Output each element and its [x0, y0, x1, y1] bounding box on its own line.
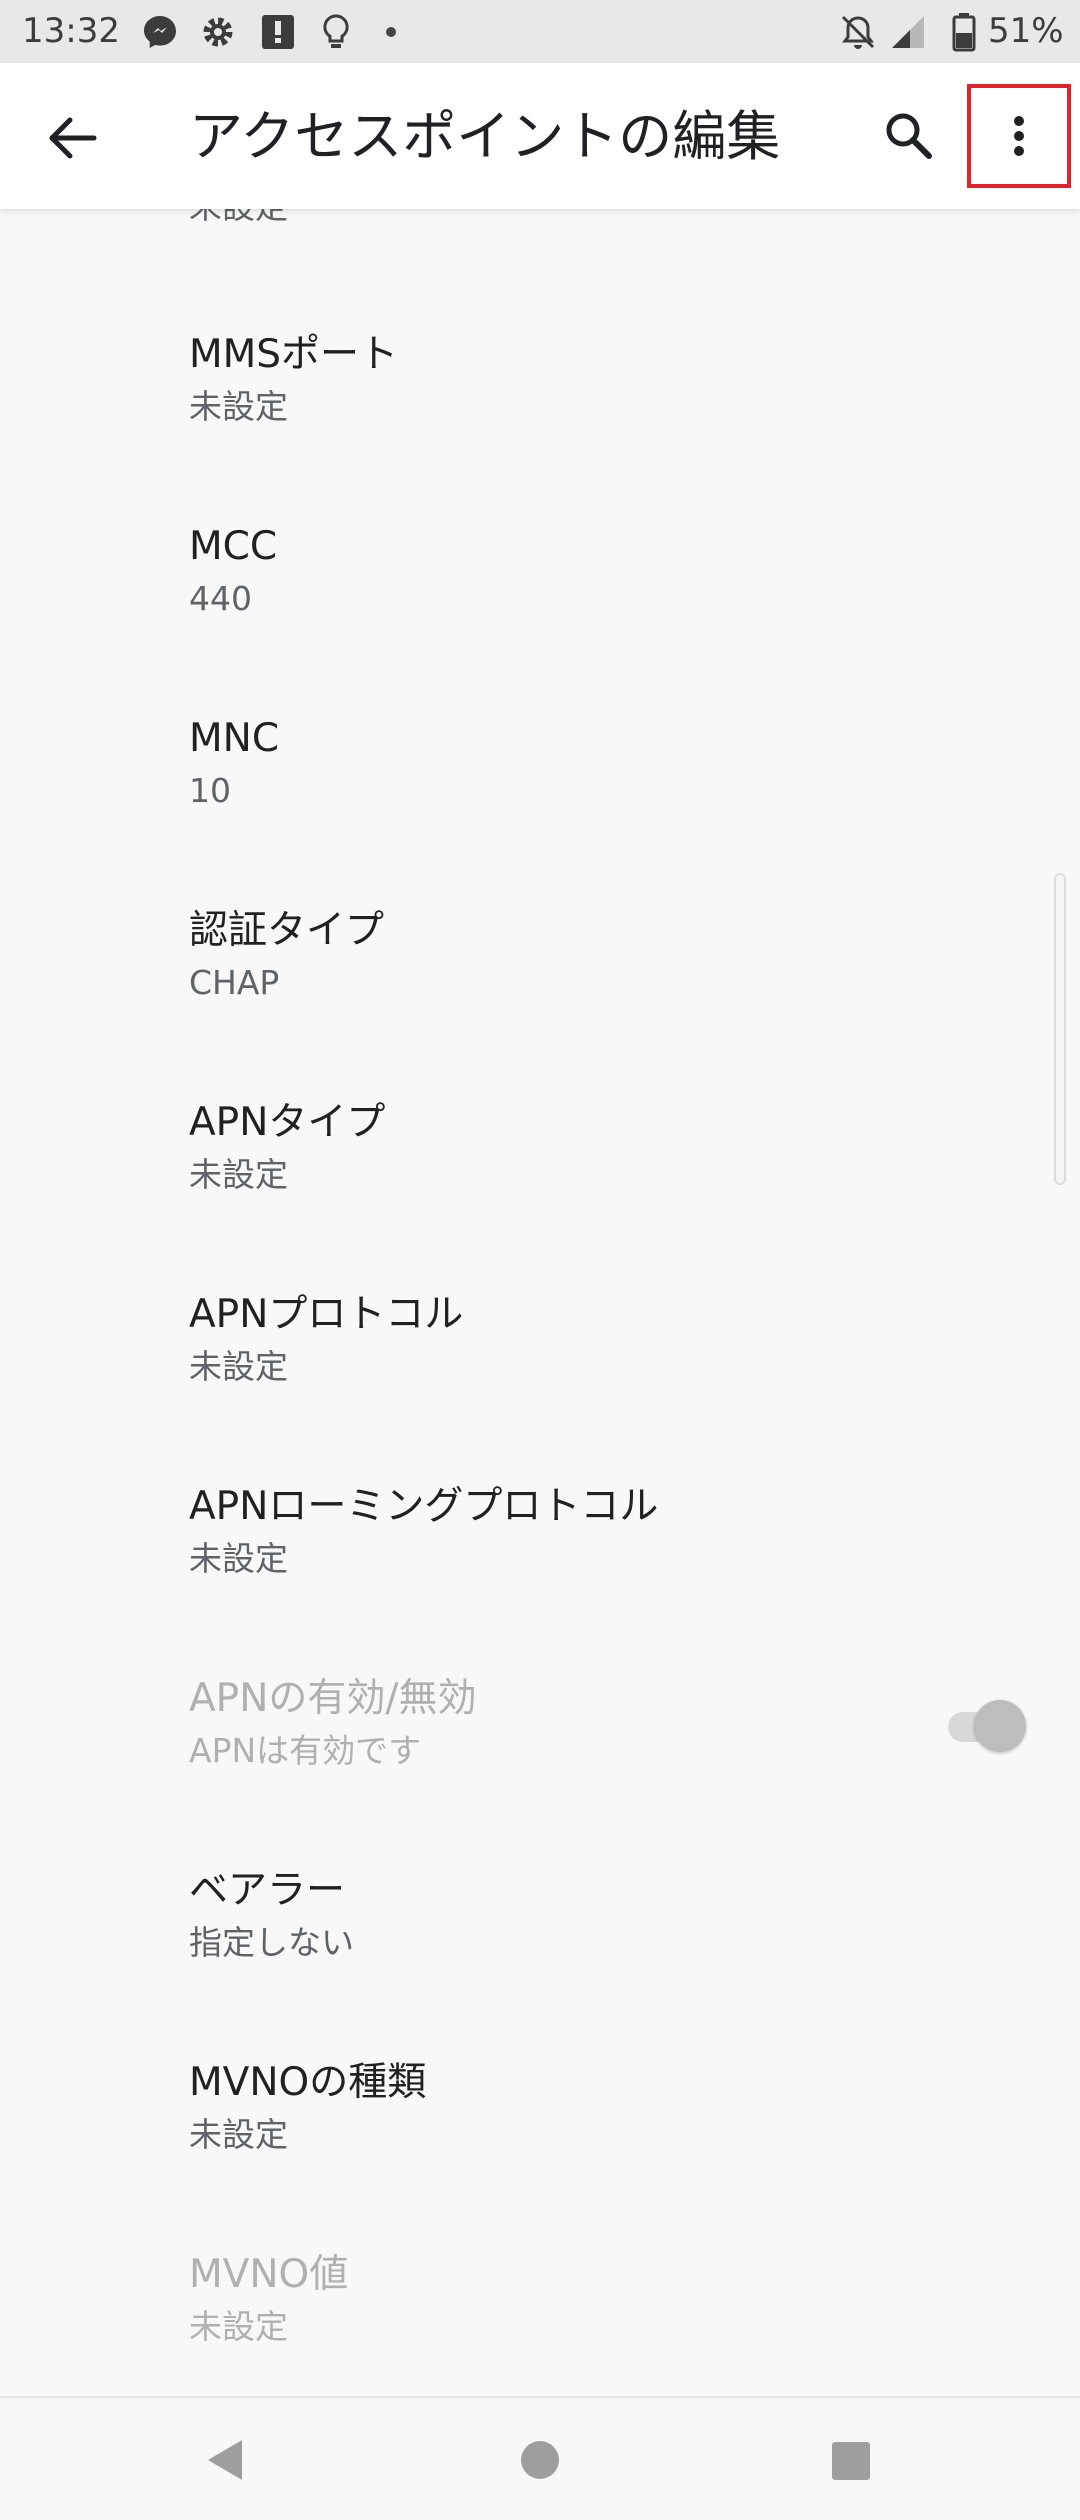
pref-summary: 未設定: [189, 1539, 288, 1578]
nav-back-button[interactable]: [196, 2430, 256, 2490]
pref-title: MVNO値: [189, 2252, 349, 2297]
pref-title: 認証タイプ: [189, 908, 385, 953]
pref-title: MMSポート: [189, 332, 399, 377]
nav-back-icon: [208, 2440, 242, 2480]
toggle-thumb: [974, 1700, 1026, 1752]
pref-mms-port[interactable]: MMSポート 未設定: [0, 329, 1080, 521]
pref-title: MVNOの種類: [189, 2060, 427, 2105]
pref-summary: 未設定: [189, 1155, 288, 1194]
partial-item-summary: 未設定: [189, 209, 288, 229]
pref-apn-roaming-protocol[interactable]: APNローミングプロトコル 未設定: [0, 1481, 1080, 1673]
pref-apn-protocol[interactable]: APNプロトコル 未設定: [0, 1289, 1080, 1481]
pref-summary: 10: [189, 771, 231, 810]
lightbulb-icon: [316, 12, 356, 52]
navigation-bar: [0, 2396, 1080, 2520]
pref-summary: 440: [189, 579, 252, 618]
pref-mvno-type[interactable]: MVNOの種類 未設定: [0, 2057, 1080, 2249]
pref-summary: 未設定: [189, 2307, 288, 2346]
pref-title: MNC: [189, 716, 280, 761]
nav-recents-button[interactable]: [820, 2430, 880, 2490]
pref-title: APNプロトコル: [189, 1292, 464, 1337]
battery-icon: [950, 12, 980, 52]
pref-auth-type[interactable]: 認証タイプ CHAP: [0, 905, 1080, 1097]
pref-apn-type[interactable]: APNタイプ 未設定: [0, 1097, 1080, 1289]
pref-mvno-value: MVNO値 未設定: [0, 2249, 1080, 2396]
apn-enable-toggle: [944, 1695, 1030, 1757]
pref-title: APNローミングプロトコル: [189, 1484, 659, 1529]
pref-summary: 未設定: [189, 2115, 288, 2154]
messenger-icon: [140, 12, 180, 52]
page-title: アクセスポイントの編集: [189, 105, 781, 168]
pref-summary: 未設定: [189, 387, 288, 426]
gear-icon: [198, 12, 238, 52]
search-button[interactable]: [873, 100, 945, 172]
preference-list[interactable]: 未設定 MMSポート 未設定 MCC 440 MNC 10 認証タイプ CHAP…: [0, 209, 1080, 2396]
app-bar: アクセスポイントの編集: [0, 63, 1080, 209]
more-vert-icon: [1014, 116, 1024, 156]
pref-bearer[interactable]: ベアラー 指定しない: [0, 1865, 1080, 2057]
pref-summary: 未設定: [189, 1347, 288, 1386]
scrollbar[interactable]: [1054, 873, 1066, 1185]
status-time: 13:32: [22, 11, 120, 51]
nav-home-icon: [521, 2441, 559, 2479]
sim-alert-icon: [258, 12, 298, 52]
notification-dot: [386, 27, 396, 37]
pref-summary: CHAP: [189, 963, 280, 1002]
search-icon: [886, 113, 932, 159]
pref-mcc[interactable]: MCC 440: [0, 521, 1080, 713]
pref-title: MCC: [189, 524, 278, 569]
nav-home-button[interactable]: [510, 2430, 570, 2490]
signal-icon: [888, 12, 928, 52]
pref-summary: APNは有効です: [189, 1731, 422, 1770]
status-bar: 13:32 51%: [0, 0, 1080, 63]
pref-title: APNタイプ: [189, 1100, 386, 1145]
pref-title: ベアラー: [189, 1868, 346, 1913]
arrow-back-icon: [49, 117, 97, 159]
alarm-off-icon: [838, 12, 878, 52]
pref-title: APNの有効/無効: [189, 1676, 477, 1721]
more-options-button[interactable]: [967, 84, 1071, 188]
battery-percent: 51%: [988, 11, 1064, 51]
back-button[interactable]: [36, 102, 108, 174]
pref-apn-enable: APNの有効/無効 APNは有効です: [0, 1673, 1080, 1865]
pref-mnc[interactable]: MNC 10: [0, 713, 1080, 905]
nav-recents-icon: [832, 2442, 870, 2480]
pref-summary: 指定しない: [189, 1923, 354, 1962]
